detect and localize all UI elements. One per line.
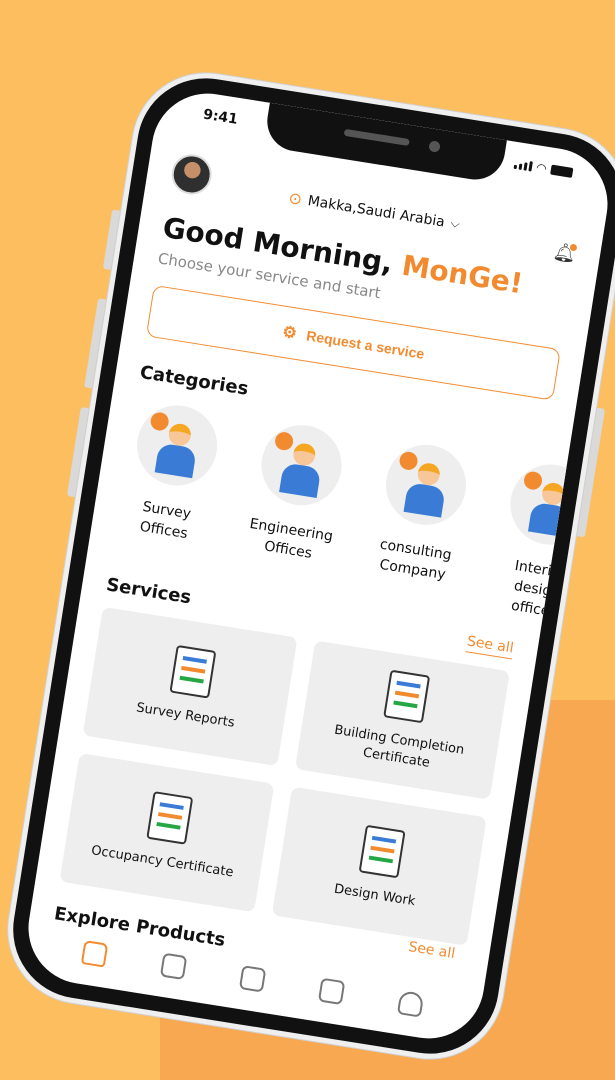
signal-icon xyxy=(513,159,533,172)
services-grid: Survey Reports Building Completion Certi… xyxy=(59,606,510,946)
engineering-offices-icon xyxy=(255,419,348,511)
status-icons: ◠ xyxy=(513,157,574,180)
category-label: Engineering Offices xyxy=(248,515,334,562)
certificate-folder-icon xyxy=(382,669,430,724)
services-title: Services xyxy=(104,574,193,609)
category-label: Interior design offices xyxy=(510,557,567,621)
battery-icon xyxy=(550,164,574,178)
category-survey-offices[interactable]: Survey Offices xyxy=(112,398,231,567)
category-label: consulting Company xyxy=(378,536,453,583)
notification-dot xyxy=(569,243,578,252)
service-occupancy-certificate[interactable]: Occupancy Certificate xyxy=(59,753,275,913)
hand-gear-icon: ⚙ xyxy=(281,323,298,343)
profile-icon[interactable] xyxy=(396,990,425,1018)
service-design-work[interactable]: Design Work xyxy=(271,786,487,946)
certificate-document-icon xyxy=(145,791,193,845)
design-work-icon xyxy=(358,824,406,879)
category-label: Survey Offices xyxy=(138,498,193,543)
chat-icon[interactable] xyxy=(317,977,346,1006)
wifi-icon: ◠ xyxy=(535,160,548,176)
speaker xyxy=(343,128,410,147)
service-survey-reports[interactable]: Survey Reports xyxy=(82,606,298,767)
notification-bell-icon[interactable]: 🔔︎ xyxy=(535,238,578,265)
consulting-company-icon xyxy=(380,439,472,531)
category-consulting-company[interactable]: consulting Company xyxy=(360,438,479,607)
service-label: Occupancy Certificate xyxy=(90,843,235,881)
service-building-completion[interactable]: Building Completion Certificate xyxy=(294,640,510,800)
service-label: Building Completion Certificate xyxy=(333,722,466,771)
location-selector[interactable]: ⊙ Makka,Saudi Arabia ⌵ xyxy=(287,188,461,234)
avatar[interactable] xyxy=(168,151,215,197)
services-see-all-link[interactable]: See all xyxy=(465,633,515,660)
orders-icon[interactable] xyxy=(238,965,267,993)
survey-offices-icon xyxy=(131,399,223,492)
status-time: 9:41 xyxy=(201,106,239,128)
location-pin-icon: ⊙ xyxy=(287,188,304,209)
category-engineering-offices[interactable]: Engineering Offices xyxy=(236,418,355,587)
home-icon[interactable] xyxy=(80,940,109,968)
store-icon[interactable] xyxy=(159,952,188,981)
service-label: Survey Reports xyxy=(135,700,236,731)
front-camera xyxy=(428,140,441,153)
location-label: Makka,Saudi Arabia xyxy=(306,192,447,230)
chevron-down-icon: ⌵ xyxy=(449,215,461,231)
request-service-label: Request a service xyxy=(305,327,426,362)
report-document-icon xyxy=(168,644,216,699)
service-label: Design Work xyxy=(333,881,417,910)
